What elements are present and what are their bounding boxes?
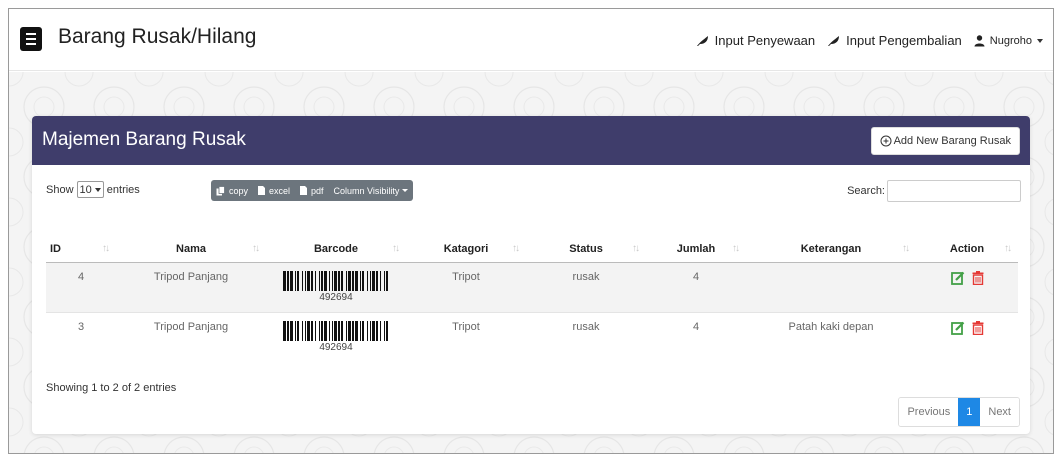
plus-circle-icon	[880, 135, 892, 147]
input-penyewaan-link[interactable]: Input Penyewaan	[696, 33, 815, 48]
page-length-select[interactable]: 10	[76, 181, 104, 198]
barcode-image	[283, 270, 388, 291]
barcode-number: 492694	[319, 341, 353, 353]
sort-icon: ↑↓	[102, 243, 110, 254]
chevron-down-icon	[1037, 38, 1043, 43]
barcode: 492694	[283, 320, 389, 353]
previous-page-button[interactable]: Previous	[899, 398, 959, 426]
cell-katagori: Tripot	[406, 261, 526, 312]
column-visibility-label: Column Visibility	[333, 185, 400, 196]
cell-action	[916, 311, 1018, 362]
barcode-image	[283, 320, 388, 341]
column-header-barcode[interactable]: Barcode ↑↓	[266, 236, 406, 263]
search-input[interactable]	[887, 180, 1021, 202]
row-actions	[950, 320, 984, 335]
top-navbar: Barang Rusak/Hilang Input Penyewaan Inpu…	[9, 9, 1053, 71]
card-title: Majemen Barang Rusak	[42, 129, 246, 150]
user-icon	[974, 34, 985, 46]
cell-keterangan	[746, 261, 916, 312]
input-pengembalian-link[interactable]: Input Pengembalian	[827, 33, 962, 48]
export-button-group: copy excel pdf Column Visibility	[211, 180, 414, 201]
sort-icon: ↑↓	[1004, 243, 1012, 254]
menu-bar	[26, 33, 36, 35]
card-header: Majemen Barang Rusak Add New Barang Rusa…	[32, 116, 1030, 165]
sort-icon: ↑↓	[732, 243, 740, 254]
user-menu[interactable]: Nugroho	[974, 35, 1043, 47]
hamburger-menu-button[interactable]	[20, 27, 42, 51]
cell-barcode: 492694	[266, 261, 406, 312]
leaf-icon	[696, 35, 708, 46]
user-name: Nugroho	[989, 34, 1032, 47]
edit-icon[interactable]	[950, 321, 965, 335]
input-penyewaan-label: Input Penyewaan	[714, 33, 816, 48]
copy-icon	[216, 185, 225, 195]
chevron-down-icon	[94, 187, 101, 192]
cell-id: 3	[46, 311, 116, 362]
column-header-keterangan[interactable]: Keterangan ↑↓	[746, 236, 916, 263]
table-header-row: ID ↑↓ Nama ↑↓ Barcode ↑↓ Katagori ↑↓ Status ↑…	[46, 236, 1018, 263]
cell-nama: Tripod Panjang	[116, 261, 266, 312]
menu-bar	[26, 43, 36, 45]
excel-button[interactable]: excel	[253, 180, 295, 201]
top-links: Input Penyewaan Input Pengembalian Nugro…	[684, 33, 1043, 48]
chevron-down-icon	[402, 189, 409, 192]
table-row: 4 Tripod Panjang 492694 Tripot rusak 4	[46, 261, 1018, 312]
pdf-file-icon	[300, 186, 308, 195]
column-header-jumlah[interactable]: Jumlah ↑↓	[646, 236, 746, 263]
next-page-button[interactable]: Next	[980, 398, 1019, 426]
column-header-id[interactable]: ID ↑↓	[46, 236, 116, 263]
cell-jumlah: 4	[646, 261, 746, 312]
leaf-icon	[828, 35, 840, 46]
row-actions	[950, 270, 984, 285]
pdf-label: pdf	[311, 185, 324, 196]
trash-icon[interactable]	[972, 270, 984, 285]
cell-barcode: 492694	[266, 311, 406, 362]
sort-icon: ↑↓	[902, 243, 910, 254]
cell-action	[916, 261, 1018, 312]
input-pengembalian-label: Input Pengembalian	[846, 33, 962, 48]
barcode-number: 492694	[319, 291, 353, 303]
page-title: Barang Rusak/Hilang	[58, 25, 257, 48]
sort-icon: ↑↓	[512, 243, 520, 254]
copy-label: copy	[229, 185, 249, 196]
copy-button[interactable]: copy	[211, 180, 253, 201]
table-row: 3 Tripod Panjang 492694 Tripot rusak 4 P…	[46, 311, 1018, 362]
sort-icon: ↑↓	[632, 243, 640, 254]
barang-rusak-table: ID ↑↓ Nama ↑↓ Barcode ↑↓ Katagori ↑↓ Status ↑…	[46, 236, 1018, 362]
cell-status: rusak	[526, 261, 646, 312]
page-length-control: Show 10 entries	[46, 181, 140, 198]
column-visibility-button[interactable]: Column Visibility	[329, 180, 414, 201]
sort-icon: ↑↓	[252, 243, 260, 254]
column-header-status[interactable]: Status ↑↓	[526, 236, 646, 263]
search-label: Search:	[847, 185, 885, 197]
cell-nama: Tripod Panjang	[116, 311, 266, 362]
add-button-label: Add New Barang Rusak	[893, 135, 1011, 147]
table-controls: Show 10 entries copy excel pdf Column Vi…	[32, 165, 1030, 205]
page-1-button[interactable]: 1	[958, 398, 981, 426]
page-length-value: 10	[79, 183, 92, 196]
cell-id: 4	[46, 261, 116, 312]
sort-icon: ↑↓	[392, 243, 400, 254]
add-barang-rusak-button[interactable]: Add New Barang Rusak	[870, 127, 1020, 155]
excel-label: excel	[269, 185, 291, 196]
column-header-katagori[interactable]: Katagori ↑↓	[406, 236, 526, 263]
excel-file-icon	[258, 186, 266, 195]
barcode: 492694	[283, 270, 389, 303]
column-header-nama[interactable]: Nama ↑↓	[116, 236, 266, 263]
app-window: Barang Rusak/Hilang Input Penyewaan Inpu…	[8, 8, 1054, 454]
table-info: Showing 1 to 2 of 2 entries	[46, 382, 177, 394]
pdf-button[interactable]: pdf	[295, 180, 329, 201]
edit-icon[interactable]	[950, 271, 965, 285]
menu-bar	[26, 38, 36, 40]
entries-label: entries	[106, 183, 140, 196]
trash-icon[interactable]	[972, 320, 984, 335]
column-header-action[interactable]: Action ↑↓	[916, 236, 1018, 263]
cell-keterangan: Patah kaki depan	[746, 311, 916, 362]
cell-jumlah: 4	[646, 311, 746, 362]
cell-status: rusak	[526, 311, 646, 362]
cell-katagori: Tripot	[406, 311, 526, 362]
pagination: Previous 1 Next	[898, 397, 1020, 427]
show-label: Show	[46, 183, 74, 196]
